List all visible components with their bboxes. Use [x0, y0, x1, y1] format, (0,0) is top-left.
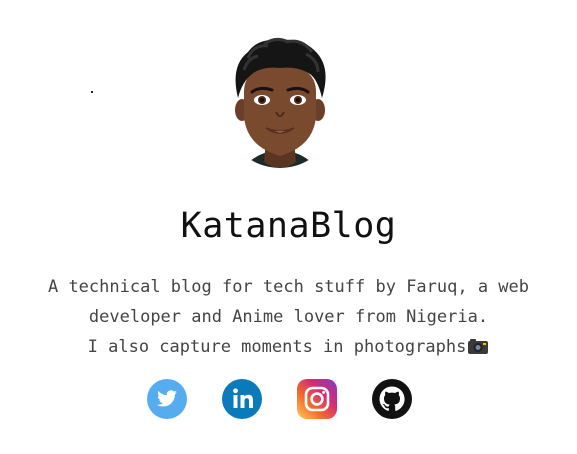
linkedin-icon [222, 379, 262, 419]
twitter-icon [147, 379, 187, 419]
bio-line-2: developer and Anime lover from Nigeria. [88, 307, 489, 327]
instagram-icon [297, 379, 337, 419]
twitter-link[interactable] [146, 378, 188, 420]
linkedin-link[interactable] [221, 378, 263, 420]
camera-icon [468, 339, 489, 354]
social-links [0, 378, 577, 420]
github-icon [372, 379, 412, 419]
avatar [232, 37, 328, 168]
stray-dot [91, 91, 93, 93]
bio-line-3: I also capture moments in photographs [0, 332, 577, 362]
page-title: KatanaBlog [180, 206, 397, 246]
github-link[interactable] [371, 378, 413, 420]
instagram-link[interactable] [296, 378, 338, 420]
bio-text: A technical blog for tech stuff by Faruq… [0, 272, 577, 362]
bio-line-1: A technical blog for tech stuff by Faruq… [47, 277, 530, 297]
